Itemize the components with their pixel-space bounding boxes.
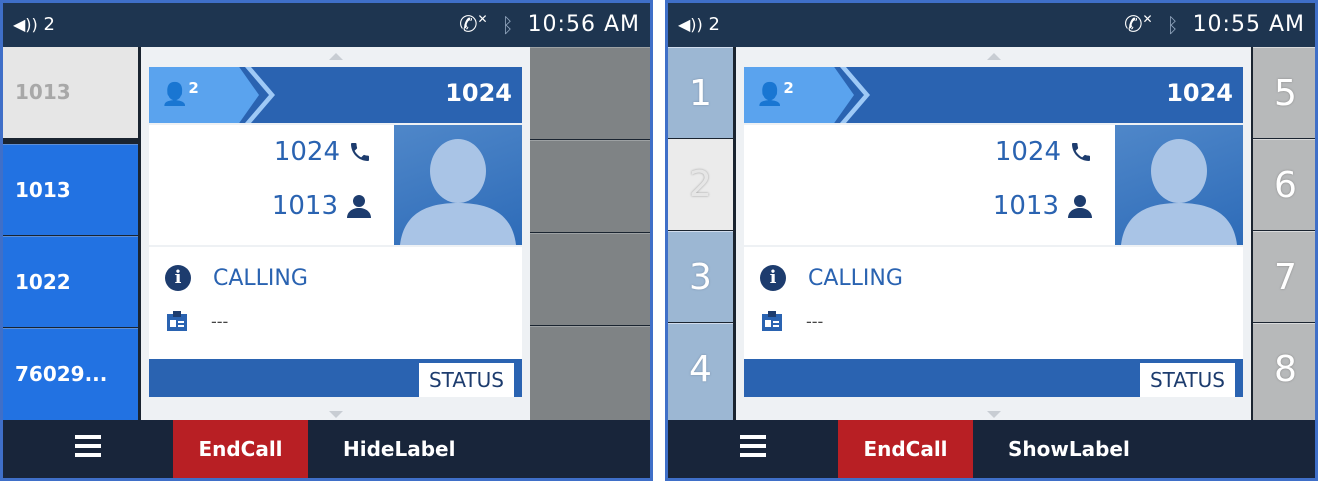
- missed-call-icon: ✆✕: [459, 12, 488, 38]
- phone-icon: [351, 143, 369, 161]
- local-number: 1013: [271, 191, 338, 221]
- line-key-1[interactable]: 1013: [3, 47, 138, 138]
- contact-card-icon: [167, 311, 187, 331]
- clock: 10:56 AM: [527, 12, 640, 38]
- conference-icon: 👤2: [161, 79, 199, 108]
- line-count: 2: [43, 14, 55, 35]
- end-call-button[interactable]: EndCall: [838, 420, 973, 478]
- key-8[interactable]: 8: [1253, 323, 1315, 423]
- line-key-4[interactable]: 76029...: [3, 328, 138, 423]
- key-3[interactable]: 3: [668, 231, 733, 322]
- call-popup: 👤2 1024 1024 1013 i CALLING --- STATUS: [736, 47, 1251, 423]
- status-button[interactable]: STATUS: [418, 363, 514, 397]
- end-call-button[interactable]: EndCall: [173, 420, 308, 478]
- line-key-2[interactable]: 1013: [3, 144, 138, 235]
- status-strip: STATUS: [149, 359, 522, 397]
- side-key-6[interactable]: [530, 140, 650, 232]
- conference-icon: 👤2: [756, 79, 794, 108]
- local-number: 1013: [992, 191, 1059, 221]
- local-line: 1013: [272, 191, 372, 221]
- call-number: 1024: [1166, 79, 1233, 107]
- avatar-icon: [400, 139, 516, 245]
- softkey-bar: EndCall HideLabel: [3, 420, 650, 478]
- menu-icon[interactable]: [75, 435, 101, 457]
- avatar: [1115, 125, 1243, 245]
- status-button[interactable]: STATUS: [1139, 363, 1235, 397]
- side-key-7[interactable]: [530, 233, 650, 325]
- remote-number: 1024: [994, 137, 1061, 167]
- caller-info: 1024 1013: [744, 125, 1243, 245]
- bluetooth-icon: ᛒ: [501, 12, 514, 37]
- remote-line: 1024: [995, 137, 1093, 167]
- contact-card-icon: [762, 311, 782, 331]
- scroll-down-icon[interactable]: [328, 411, 343, 418]
- call-title-bar: 👤2 1024: [744, 67, 1243, 123]
- user-icon: [1068, 195, 1092, 218]
- scroll-down-icon[interactable]: [986, 411, 1001, 418]
- local-line: 1013: [993, 191, 1093, 221]
- line-count: 2: [708, 14, 720, 35]
- scroll-up-icon[interactable]: [328, 53, 343, 60]
- line-key-column: 1013 1013 1022 76029...: [3, 47, 138, 426]
- hide-label-button[interactable]: HideLabel: [343, 420, 455, 478]
- key-7[interactable]: 7: [1253, 231, 1315, 322]
- call-state: CALLING: [808, 265, 903, 291]
- clock: 10:55 AM: [1192, 12, 1305, 38]
- missed-call-icon: ✆✕: [1124, 12, 1153, 38]
- call-number: 1024: [445, 79, 512, 107]
- scroll-up-icon[interactable]: [986, 53, 1001, 60]
- volume-indicator: ◀)) 2: [678, 14, 720, 35]
- side-key-8[interactable]: [530, 326, 650, 423]
- info-icon: i: [165, 265, 191, 291]
- phone-screen-right: ◀)) 2 ✆✕ ᛒ 10:55 AM 1 2 3 4 5 6 7 8 👤2 1…: [665, 0, 1318, 481]
- key-1[interactable]: 1: [668, 47, 733, 138]
- key-4[interactable]: 4: [668, 323, 733, 423]
- volume-icon: ◀)): [13, 15, 38, 34]
- key-6[interactable]: 6: [1253, 139, 1315, 230]
- phone-icon: [1072, 143, 1090, 161]
- line-key-3[interactable]: 1022: [3, 236, 138, 327]
- call-extra-info: ---: [806, 311, 824, 331]
- info-icon: i: [760, 265, 786, 291]
- bluetooth-icon: ᛒ: [1166, 12, 1179, 37]
- avatar-icon: [1121, 139, 1237, 245]
- menu-icon[interactable]: [740, 435, 766, 457]
- volume-indicator: ◀)) 2: [13, 14, 55, 35]
- call-extra-info: ---: [211, 311, 229, 331]
- status-strip: STATUS: [744, 359, 1243, 397]
- avatar: [394, 125, 522, 245]
- volume-icon: ◀)): [678, 15, 703, 34]
- call-popup: 👤2 1024 1024 1013 i CALLING --- STATUS: [141, 47, 530, 423]
- phone-screen-left: ◀)) 2 ✆✕ ᛒ 10:56 AM 1013 1013 1022 76029…: [0, 0, 653, 481]
- remote-number: 1024: [273, 137, 340, 167]
- status-bar: ◀)) 2 ✆✕ ᛒ 10:55 AM: [668, 3, 1315, 47]
- caller-info: 1024 1013: [149, 125, 522, 245]
- key-5[interactable]: 5: [1253, 47, 1315, 138]
- show-label-button[interactable]: ShowLabel: [1008, 420, 1130, 478]
- key-2[interactable]: 2: [668, 139, 733, 230]
- call-detail: i CALLING --- STATUS: [744, 247, 1243, 397]
- call-state: CALLING: [213, 265, 308, 291]
- side-key-5[interactable]: [530, 47, 650, 139]
- status-bar: ◀)) 2 ✆✕ ᛒ 10:56 AM: [3, 3, 650, 47]
- call-title-bar: 👤2 1024: [149, 67, 522, 123]
- user-icon: [347, 195, 371, 218]
- softkey-bar: EndCall ShowLabel: [668, 420, 1315, 478]
- remote-line: 1024: [274, 137, 372, 167]
- call-detail: i CALLING --- STATUS: [149, 247, 522, 397]
